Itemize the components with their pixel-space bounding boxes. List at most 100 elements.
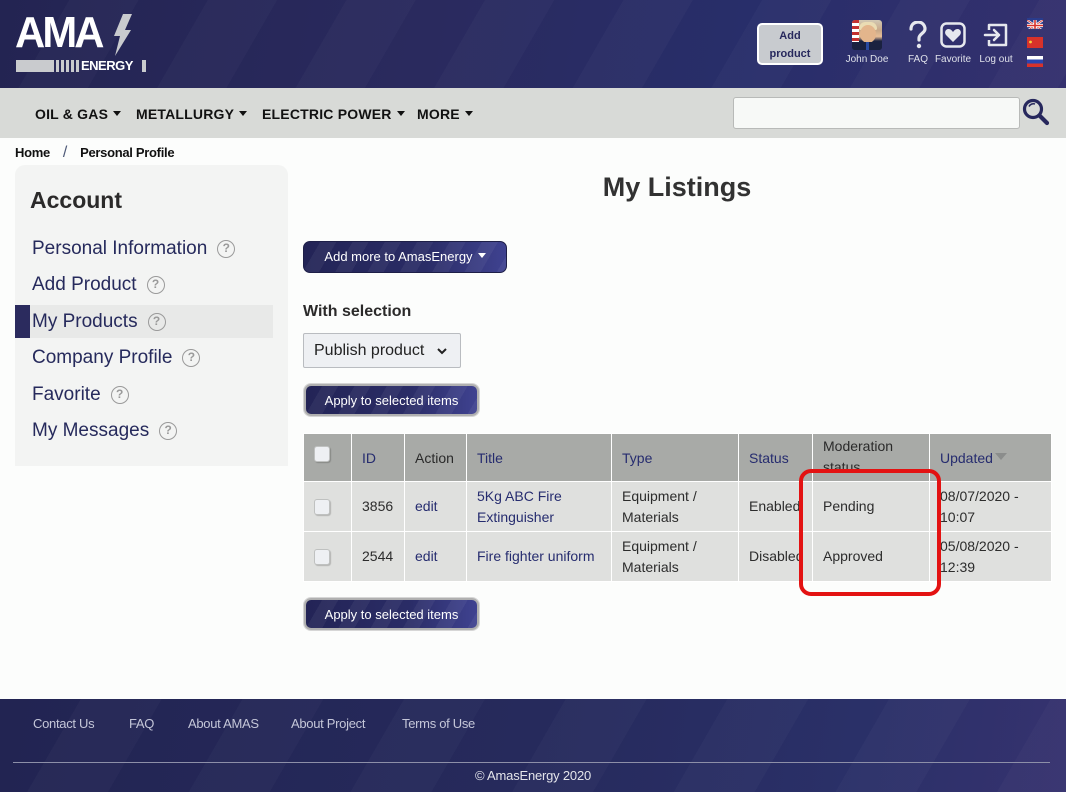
select-all-checkbox[interactable] bbox=[314, 446, 330, 463]
search-icon bbox=[1022, 98, 1050, 126]
account-sidebar: Account Personal Information? Add Produc… bbox=[15, 165, 288, 466]
question-mark-icon bbox=[909, 21, 927, 49]
breadcrumb: Home / Personal Profile bbox=[15, 144, 175, 162]
add-product-button[interactable]: Add product bbox=[757, 23, 823, 65]
updated-label: Updated bbox=[940, 449, 993, 466]
sidebar-item-add-product[interactable]: Add Product? bbox=[15, 268, 273, 301]
logout-icon bbox=[983, 23, 1008, 47]
faq-label: FAQ bbox=[907, 54, 928, 65]
copyright-text: © AmasEnergy 2020 bbox=[474, 768, 592, 783]
column-header-type[interactable]: Type bbox=[611, 433, 739, 482]
add-product-label-line1: Add bbox=[779, 30, 801, 42]
avatar bbox=[852, 20, 882, 50]
user-name: John Doe bbox=[845, 54, 889, 65]
nav-more[interactable]: MORE bbox=[417, 106, 473, 122]
add-more-dropdown-button[interactable]: Add more to AmasEnergy bbox=[303, 241, 507, 273]
help-icon[interactable]: ? bbox=[146, 276, 165, 294]
footer-divider bbox=[13, 762, 1050, 763]
chevron-down-icon bbox=[437, 348, 447, 355]
breadcrumb-current: Personal Profile bbox=[80, 145, 175, 160]
user-profile-link[interactable]: John Doe bbox=[841, 20, 893, 65]
table-row: 3856 edit 5Kg ABC Fire Extinguisher Equi… bbox=[303, 481, 1052, 532]
cell-title-link[interactable]: Fire fighter uniform bbox=[466, 531, 612, 582]
column-header-action: Action bbox=[404, 433, 467, 482]
logo-wordmark: AMA bbox=[15, 8, 104, 57]
uk-flag-icon[interactable] bbox=[1027, 18, 1043, 29]
nav-more-label: MORE bbox=[417, 106, 460, 122]
row-select-cell bbox=[303, 531, 352, 582]
footer-link-terms-of-use[interactable]: Terms of Use bbox=[402, 716, 475, 731]
favorite-link[interactable]: Favorite bbox=[934, 20, 972, 65]
bulk-action-select[interactable]: Publish product bbox=[303, 333, 461, 368]
listings-table: ID Action Title Type Status Moderation s… bbox=[303, 433, 1052, 582]
table-header-row: ID Action Title Type Status Moderation s… bbox=[303, 433, 1052, 482]
cell-status: Disabled bbox=[738, 531, 813, 582]
cell-title-link[interactable]: 5Kg ABC Fire Extinguisher bbox=[466, 481, 612, 532]
faq-link[interactable]: FAQ bbox=[906, 20, 930, 65]
logo-subtitle: ENERGY bbox=[81, 58, 133, 73]
logo-stripes bbox=[56, 60, 80, 72]
sidebar-item-label: My Messages bbox=[32, 420, 150, 441]
breadcrumb-home[interactable]: Home bbox=[15, 145, 50, 160]
help-icon[interactable]: ? bbox=[182, 349, 201, 367]
column-header-moderation-status: Moderation status bbox=[812, 433, 930, 482]
help-icon[interactable]: ? bbox=[110, 386, 129, 404]
footer-link-about-amas[interactable]: About AMAS bbox=[188, 716, 259, 731]
sidebar-item-label: My Products bbox=[32, 311, 138, 332]
cell-status: Enabled bbox=[738, 481, 813, 532]
help-icon[interactable]: ? bbox=[217, 240, 236, 258]
nav-electric-power-label: ELECTRIC POWER bbox=[262, 106, 392, 122]
help-icon[interactable]: ? bbox=[159, 422, 178, 440]
help-icon[interactable]: ? bbox=[147, 313, 166, 331]
logout-link[interactable]: Log out bbox=[977, 20, 1015, 65]
cell-type: Equipment / Materials bbox=[611, 481, 739, 532]
amas-energy-logo[interactable]: AMA ENERGY bbox=[15, 8, 146, 74]
nav-oil-gas[interactable]: OIL & GAS bbox=[35, 106, 122, 122]
nav-metallurgy-label: METALLURGY bbox=[136, 106, 235, 122]
favorite-label: Favorite bbox=[934, 54, 972, 65]
sidebar-item-personal-information[interactable]: Personal Information? bbox=[15, 232, 273, 265]
row-checkbox[interactable] bbox=[314, 549, 330, 566]
sidebar-item-label: Personal Information bbox=[32, 238, 208, 259]
column-header-title[interactable]: Title bbox=[466, 433, 612, 482]
caret-down-icon bbox=[477, 253, 486, 258]
cell-moderation-status: Pending bbox=[812, 481, 930, 532]
row-checkbox[interactable] bbox=[314, 499, 330, 516]
with-selection-label: With selection bbox=[303, 303, 412, 320]
cell-id: 3856 bbox=[351, 481, 405, 532]
sort-descending-icon bbox=[994, 452, 1007, 460]
caret-down-icon bbox=[396, 111, 405, 116]
footer-link-about-project[interactable]: About Project bbox=[291, 716, 365, 731]
sidebar-item-favorite[interactable]: Favorite? bbox=[15, 378, 273, 411]
sidebar-item-my-messages[interactable]: My Messages? bbox=[15, 414, 273, 447]
china-flag-icon[interactable] bbox=[1027, 37, 1043, 48]
site-footer: Contact Us FAQ About AMAS About Project … bbox=[0, 699, 1066, 792]
sidebar-item-label: Company Profile bbox=[32, 347, 173, 368]
cell-updated: 08/07/2020 - 10:07 bbox=[929, 481, 1052, 532]
nav-oil-gas-label: OIL & GAS bbox=[35, 106, 109, 122]
add-product-label-line2: product bbox=[769, 48, 811, 60]
footer-link-contact-us[interactable]: Contact Us bbox=[33, 716, 95, 731]
breadcrumb-separator: / bbox=[62, 144, 68, 161]
apply-to-selected-button-top[interactable]: Apply to selected items bbox=[304, 384, 479, 416]
sidebar-item-label: Favorite bbox=[32, 384, 101, 405]
nav-electric-power[interactable]: ELECTRIC POWER bbox=[262, 106, 405, 122]
sidebar-item-company-profile[interactable]: Company Profile? bbox=[15, 341, 273, 374]
sidebar-item-my-products[interactable]: My Products? bbox=[15, 305, 273, 338]
nav-metallurgy[interactable]: METALLURGY bbox=[136, 106, 248, 122]
search-button[interactable] bbox=[1021, 97, 1051, 127]
edit-link[interactable]: edit bbox=[404, 531, 467, 582]
search-input[interactable] bbox=[733, 97, 1020, 129]
column-header-updated[interactable]: Updated bbox=[929, 433, 1052, 482]
edit-link[interactable]: edit bbox=[404, 481, 467, 532]
apply-to-selected-button-bottom[interactable]: Apply to selected items bbox=[304, 598, 479, 630]
heart-icon bbox=[940, 22, 966, 48]
table-row: 2544 edit Fire fighter uniform Equipment… bbox=[303, 531, 1052, 582]
logo-bar-end bbox=[142, 60, 146, 72]
column-header-id[interactable]: ID bbox=[351, 433, 405, 482]
add-more-label: Add more to AmasEnergy bbox=[324, 249, 473, 264]
footer-link-faq[interactable]: FAQ bbox=[129, 716, 154, 731]
sidebar-title: Account bbox=[30, 187, 122, 213]
russia-flag-icon[interactable] bbox=[1027, 56, 1043, 67]
column-header-status[interactable]: Status bbox=[738, 433, 813, 482]
